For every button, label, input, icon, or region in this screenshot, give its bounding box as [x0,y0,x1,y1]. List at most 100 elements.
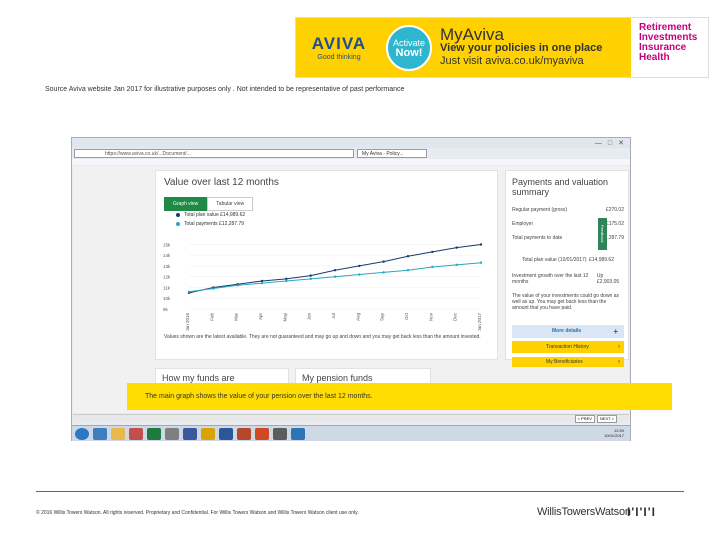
logo-word: AVIVA [311,34,367,53]
data-point [187,290,191,293]
wtw-mark: I'I'I'I [627,505,656,519]
value-line-chart: 15k 14k 13k 12k 11k 10k 9k Jan 2016 Feb Mar Apr May… [163,242,483,331]
legend-dot-value [176,213,180,217]
banner-title: MyAviva [440,24,504,44]
myaviva-banner: AVIVA Good thinking Activate Now! MyAviva… [295,17,709,78]
row-total-payments: Total payments to date £12,287.79 [512,235,624,241]
y-tick-label: 9k [163,307,169,312]
tab-graph-view[interactable]: Graph view [164,197,208,211]
logo-tagline: Good thinking [317,54,361,61]
app-icon[interactable] [291,427,305,440]
banner-line1: View your policies in one place [440,41,603,54]
banner-line2: Just visit aviva.co.uk/myaviva [440,54,584,67]
folder-icon[interactable] [111,427,125,440]
app-icon[interactable] [201,427,215,440]
x-tick-label: Apr [258,313,263,321]
data-point [285,279,288,283]
legend-dot-payments [176,222,180,226]
x-tick-label: Mar [234,312,239,320]
y-tick-label: 13k [163,264,171,269]
data-point [382,271,385,274]
tab-tabular-view[interactable]: Tabular view [207,197,254,211]
data-point [333,275,337,278]
y-tick-label: 12k [163,275,171,280]
data-point [358,264,361,268]
system-clock: 12:50 10/01/2017 [603,428,624,438]
data-point [333,269,337,272]
data-point [431,265,434,269]
window-titlebar: — □ ✕ [72,138,630,148]
data-point [382,260,385,263]
x-tick-label: Jun [307,313,312,321]
excel-icon[interactable] [147,427,161,440]
page-viewport: Value over last 12 months Graph view Tab… [73,166,629,413]
address-bar[interactable]: https://www.aviva.co.uk/...Document/... [74,149,354,158]
source-note: Source Aviva website Jan 2017 for illust… [45,86,405,93]
legend-total-payments: Total payments £12,287.79 [176,221,244,227]
row-regular-payment: Regular payment (gross) £270.02 [512,207,624,213]
x-tick-label: Jul [331,313,336,319]
x-tick-label: Feb [209,313,214,321]
data-point [479,243,483,246]
y-tick-label: 15k [163,242,171,247]
maximize-icon[interactable]: □ [608,140,612,147]
taskbar: 12:50 10/01/2017 [72,425,630,441]
app-icon[interactable] [165,427,179,440]
feedback-tab[interactable]: Feedback [598,218,607,250]
value-chart-card: Value over last 12 months Graph view Tab… [155,170,498,360]
app-icon[interactable] [129,427,143,440]
powerpoint-icon[interactable] [237,427,251,440]
data-point [406,269,410,272]
row-employer: Employer £175.02 [512,221,624,227]
x-tick-label: Jan 2017 [477,313,482,331]
horizontal-scrollbar[interactable]: < PREV NEXT > [73,414,629,423]
my-beneficiaries-button[interactable]: My Beneficiaries › [512,357,624,367]
minimize-icon[interactable]: — [595,140,602,147]
row-investment-growth: Investment growth over the last 12 month… [512,273,620,285]
browser-window: — □ ✕ https://www.aviva.co.uk/...Documen… [71,137,672,441]
y-tick-label: 11k [163,285,171,290]
ie-icon[interactable] [93,427,107,440]
wtw-logo: WillisTowersWatson [537,506,631,518]
investment-disclaimer: The value of your investments could go d… [512,293,620,311]
browser-tab[interactable]: My Aviva - Policy... [357,149,427,158]
word-icon[interactable] [219,427,233,440]
transaction-history-button[interactable]: Transaction History › [512,341,624,353]
y-tick-label: 14k [163,253,171,258]
start-icon[interactable] [75,427,89,440]
legend-total-value: Total plan value £14,989.62 [176,212,245,218]
pension-card-title: My pension funds [302,373,373,383]
data-point [431,250,434,254]
more-details-button[interactable]: More details + [512,325,624,338]
data-point [309,274,312,277]
prev-button[interactable]: < PREV [574,415,595,423]
value-card-title: Value over last 12 months [164,177,279,188]
x-tick-label: Dec [453,312,458,321]
data-point [260,279,264,283]
app-icon[interactable] [273,427,287,440]
x-tick-label: Oct [404,312,409,320]
guide-tooltip: The main graph shows the value of your p… [127,383,672,410]
plus-icon: + [613,327,618,336]
funds-card-title: How my funds are [162,373,235,383]
category-health: Health [639,52,670,63]
view-tabs: Graph view Tabular view [164,197,254,211]
x-tick-label: Jan 2016 [185,313,190,331]
x-tick-label: Nov [428,312,433,321]
x-tick-label: Aug [355,313,360,322]
values-disclaimer: Values shown are the latest available. T… [164,334,481,340]
activate-now-badge: Activate Now! [386,24,432,71]
menu-bar [72,159,630,165]
app-icon[interactable] [183,427,197,440]
x-tick-label: May [282,312,287,321]
app-icon[interactable] [255,427,269,440]
data-point [455,263,458,267]
data-point [455,246,458,249]
data-point [212,287,215,290]
next-button[interactable]: NEXT > [596,415,617,423]
banner-categories: Retirement Investments Insurance Health [631,18,708,77]
data-point [285,277,288,281]
close-icon[interactable]: ✕ [618,139,624,147]
data-point [236,284,239,287]
data-point [406,255,410,258]
